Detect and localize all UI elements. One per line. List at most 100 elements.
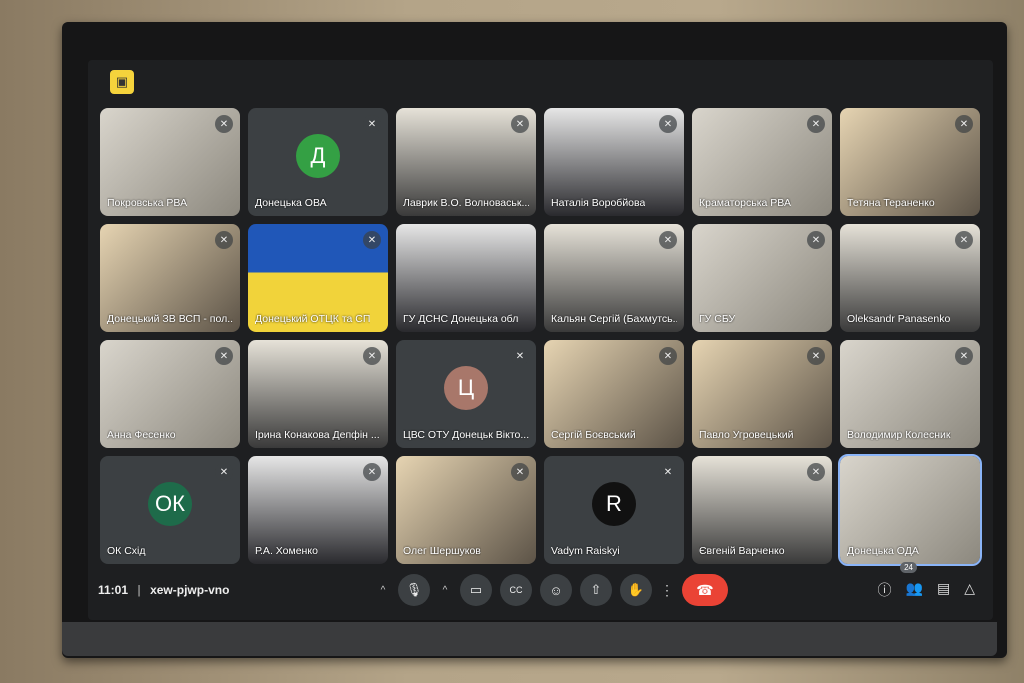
- meeting-info: 11:01 | xew-pjwp-vno: [98, 583, 229, 597]
- emoji-icon: ☺: [549, 582, 563, 598]
- participant-tile[interactable]: ✕ Анна Фесенко: [100, 340, 240, 448]
- mic-off-icon: ✕: [215, 231, 233, 249]
- emoji-button[interactable]: ☺: [540, 574, 572, 606]
- participant-name: Наталія Воробйова: [551, 197, 646, 209]
- participant-tile[interactable]: ОК ✕ ОК Схід: [100, 456, 240, 564]
- participant-name: Володимир Колесник: [847, 429, 951, 441]
- end-call-button[interactable]: ☎: [682, 574, 728, 606]
- avatar: Д: [296, 133, 340, 178]
- present-button[interactable]: ⇧: [580, 574, 612, 606]
- participant-name: Покровська РВА: [107, 197, 188, 209]
- mic-off-icon: ✕: [659, 347, 677, 365]
- audio-options-chevron-icon[interactable]: ^: [376, 585, 390, 596]
- mic-off-icon: ✕: [807, 231, 825, 249]
- camera-icon: ▭: [469, 582, 483, 597]
- mic-off-icon: ✕: [807, 463, 825, 481]
- mic-off-icon: ✕: [807, 115, 825, 133]
- participant-name: ГУ ДСНС Донецька обл: [403, 313, 519, 325]
- avatar: Ц: [444, 365, 488, 410]
- participant-tile[interactable]: ✕ Донецький ОТЦК та СП: [248, 224, 388, 332]
- participant-name: ГУ СБУ: [699, 313, 736, 325]
- participant-name: ЦВС ОТУ Донецьк Вікто...: [403, 429, 529, 441]
- present-icon: ⇧: [590, 582, 602, 597]
- participant-name: Олег Шершуков: [403, 545, 481, 557]
- meeting-code: xew-pjwp-vno: [150, 583, 230, 597]
- participant-tile[interactable]: ✕ Володимир Колесник: [840, 340, 980, 448]
- participant-tile[interactable]: R ✕ Vadym Raiskyi: [544, 456, 684, 564]
- mic-off-icon: ✕: [955, 231, 973, 249]
- participant-tile[interactable]: ✕ Ірина Конакова Депфін ...: [248, 340, 388, 448]
- mic-off-icon: ✕: [659, 115, 677, 133]
- participant-tile[interactable]: ✕ ГУ СБУ: [692, 224, 832, 332]
- mic-off-icon: ✕: [363, 115, 381, 133]
- participant-tile[interactable]: Д ✕ Донецька ОВА: [248, 108, 388, 216]
- people-icon[interactable]: 👥: [906, 580, 923, 600]
- activities-icon[interactable]: △: [964, 580, 975, 600]
- mic-off-icon: ✕: [511, 347, 529, 365]
- monitor-bezel: [62, 622, 997, 656]
- mic-off-icon: ✕: [363, 347, 381, 365]
- mic-off-icon: ✕: [363, 231, 381, 249]
- participant-count-badge: 24: [900, 562, 917, 573]
- participant-name: Р.А. Хоменко: [255, 545, 318, 557]
- captions-icon: CC: [509, 585, 523, 595]
- participant-tile[interactable]: ✕ Олег Шершуков: [396, 456, 536, 564]
- camera-button[interactable]: ▭: [460, 574, 492, 606]
- info-icon[interactable]: ⓘ: [878, 580, 892, 600]
- participant-name: Oleksandr Panasenko: [847, 313, 951, 325]
- call-controls: ^ 🎙 ^ ▭ CC ☺ ⇧ ✋ ⋮ ☎: [376, 574, 728, 606]
- participant-tile[interactable]: ✕ Покровська РВА: [100, 108, 240, 216]
- participant-tile[interactable]: ✕ Oleksandr Panasenko: [840, 224, 980, 332]
- captions-button[interactable]: CC: [500, 574, 532, 606]
- mic-off-icon: ✕: [511, 463, 529, 481]
- meet-window: ▣ ✎ ✕Покровська РВАД✕Донецька ОВА✕Лаврик…: [88, 60, 993, 620]
- mic-off-icon: ✕: [215, 115, 233, 133]
- participant-grid: ✕ Покровська РВА Д ✕ Донецька ОВА ✕ Лаврик В.О…: [100, 108, 982, 566]
- participant-name: Тетяна Тераненко: [847, 197, 935, 209]
- mic-off-icon: ✕: [659, 463, 677, 481]
- participant-name: Донецький ОТЦК та СП: [255, 313, 371, 325]
- participant-name: Краматорська РВА: [699, 197, 791, 209]
- participant-tile[interactable]: ✕ Лаврик В.О. Волноваськ...: [396, 108, 536, 216]
- participant-name: Донецький ЗВ ВСП - пол...: [107, 313, 233, 325]
- side-controls: ⓘ 👥 ▤ △: [878, 580, 975, 600]
- meeting-time: 11:01: [98, 583, 129, 597]
- mic-off-icon: ✕: [215, 463, 233, 481]
- mic-off-icon: ✕: [807, 347, 825, 365]
- participant-name: Сергій Боєвський: [551, 429, 636, 441]
- mic-off-icon: ✕: [215, 347, 233, 365]
- participant-tile[interactable]: Донецька ОДА: [838, 454, 982, 566]
- participant-tile[interactable]: ✕ Сергій Боєвський: [544, 340, 684, 448]
- participant-name: Ірина Конакова Депфін ...: [255, 429, 380, 441]
- participant-tile[interactable]: ✕ Кальян Сергій (Бахмутсь...: [544, 224, 684, 332]
- participant-tile[interactable]: ✕ Р.А. Хоменко: [248, 456, 388, 564]
- participant-tile[interactable]: ✕ Донецький ЗВ ВСП - пол...: [100, 224, 240, 332]
- avatar: R: [592, 481, 636, 526]
- participant-tile[interactable]: ✕ Павло Угровецький: [692, 340, 832, 448]
- participant-tile[interactable]: ✕ Краматорська РВА: [692, 108, 832, 216]
- participant-name: ОК Схід: [107, 545, 146, 557]
- bottom-bar: 11:01 | xew-pjwp-vno ^ 🎙 ^ ▭ CC ☺ ⇧ ✋ ⋮ …: [88, 560, 993, 620]
- mic-button[interactable]: 🎙: [398, 574, 430, 606]
- participant-name: Донецька ОДА: [847, 545, 919, 557]
- mic-off-icon: ✕: [955, 115, 973, 133]
- presentation-icon[interactable]: ▣: [110, 70, 134, 94]
- participant-tile[interactable]: ✕ Тетяна Тераненко: [840, 108, 980, 216]
- mic-icon: 🎙: [405, 582, 423, 597]
- participant-name: Євгеній Варченко: [699, 545, 785, 557]
- chat-icon[interactable]: ▤: [937, 580, 950, 600]
- participant-tile[interactable]: ✕ Наталія Воробйова: [544, 108, 684, 216]
- participant-tile[interactable]: ✕ Євгеній Варченко: [692, 456, 832, 564]
- video-options-chevron-icon[interactable]: ^: [438, 585, 452, 596]
- participant-tile[interactable]: Ц ✕ ЦВС ОТУ Донецьк Вікто...: [396, 340, 536, 448]
- raise-hand-icon: ✋: [627, 582, 645, 597]
- mic-off-icon: ✕: [363, 463, 381, 481]
- participant-name: Кальян Сергій (Бахмутсь...: [551, 313, 677, 325]
- end-call-icon: ☎: [696, 581, 714, 598]
- participant-name: Vadym Raiskyi: [551, 545, 620, 557]
- participant-tile[interactable]: ГУ ДСНС Донецька обл: [396, 224, 536, 332]
- mic-off-icon: ✕: [659, 231, 677, 249]
- raise-hand-button[interactable]: ✋: [620, 574, 652, 606]
- mic-off-icon: ✕: [511, 115, 529, 133]
- more-options-icon[interactable]: ⋮: [660, 582, 674, 599]
